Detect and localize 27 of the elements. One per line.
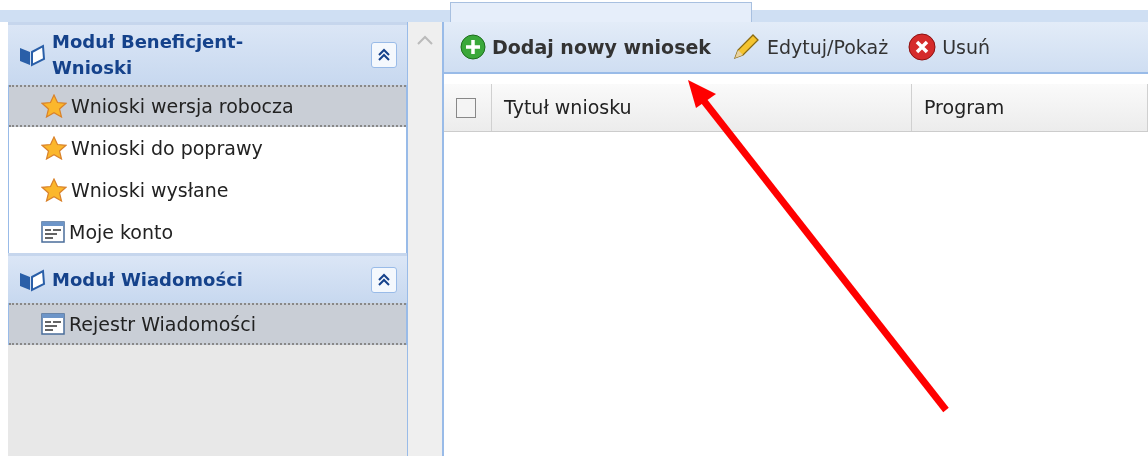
- delete-button[interactable]: Usuń: [904, 30, 995, 64]
- form-icon: [41, 221, 65, 243]
- tree-item[interactable]: Rejestr Wiadomości: [9, 303, 406, 345]
- pencil-icon: [731, 32, 761, 62]
- edit-button[interactable]: Edytuj/Pokaż: [727, 30, 893, 64]
- tree-item[interactable]: Wnioski wysłane: [9, 169, 406, 211]
- star-icon: [41, 94, 67, 118]
- module-title: Moduł Beneficjent-Wnioski: [52, 30, 245, 80]
- tree-item[interactable]: Moje konto: [9, 211, 406, 253]
- tree-item[interactable]: Wnioski wersja robocza: [9, 85, 406, 127]
- column-header[interactable]: Program: [912, 84, 1148, 131]
- chevron-icon: [377, 272, 391, 287]
- plus-icon: [460, 34, 486, 60]
- module-title: Moduł Wiadomości: [52, 267, 245, 292]
- book-icon: [18, 43, 46, 67]
- book-icon: [18, 267, 46, 292]
- select-all-checkbox[interactable]: [456, 97, 476, 118]
- star-icon: [41, 136, 67, 160]
- close-icon: [908, 33, 937, 61]
- scroll-up-icon[interactable]: [416, 34, 434, 46]
- tree-item[interactable]: Wnioski do poprawy: [9, 127, 406, 169]
- collapse-button[interactable]: [371, 42, 397, 68]
- chevron-icon: [377, 48, 391, 62]
- star-icon: [41, 178, 67, 202]
- add-button[interactable]: Dodaj nowy wniosek: [456, 30, 715, 64]
- collapse-button[interactable]: [371, 266, 397, 293]
- form-icon: [41, 313, 65, 335]
